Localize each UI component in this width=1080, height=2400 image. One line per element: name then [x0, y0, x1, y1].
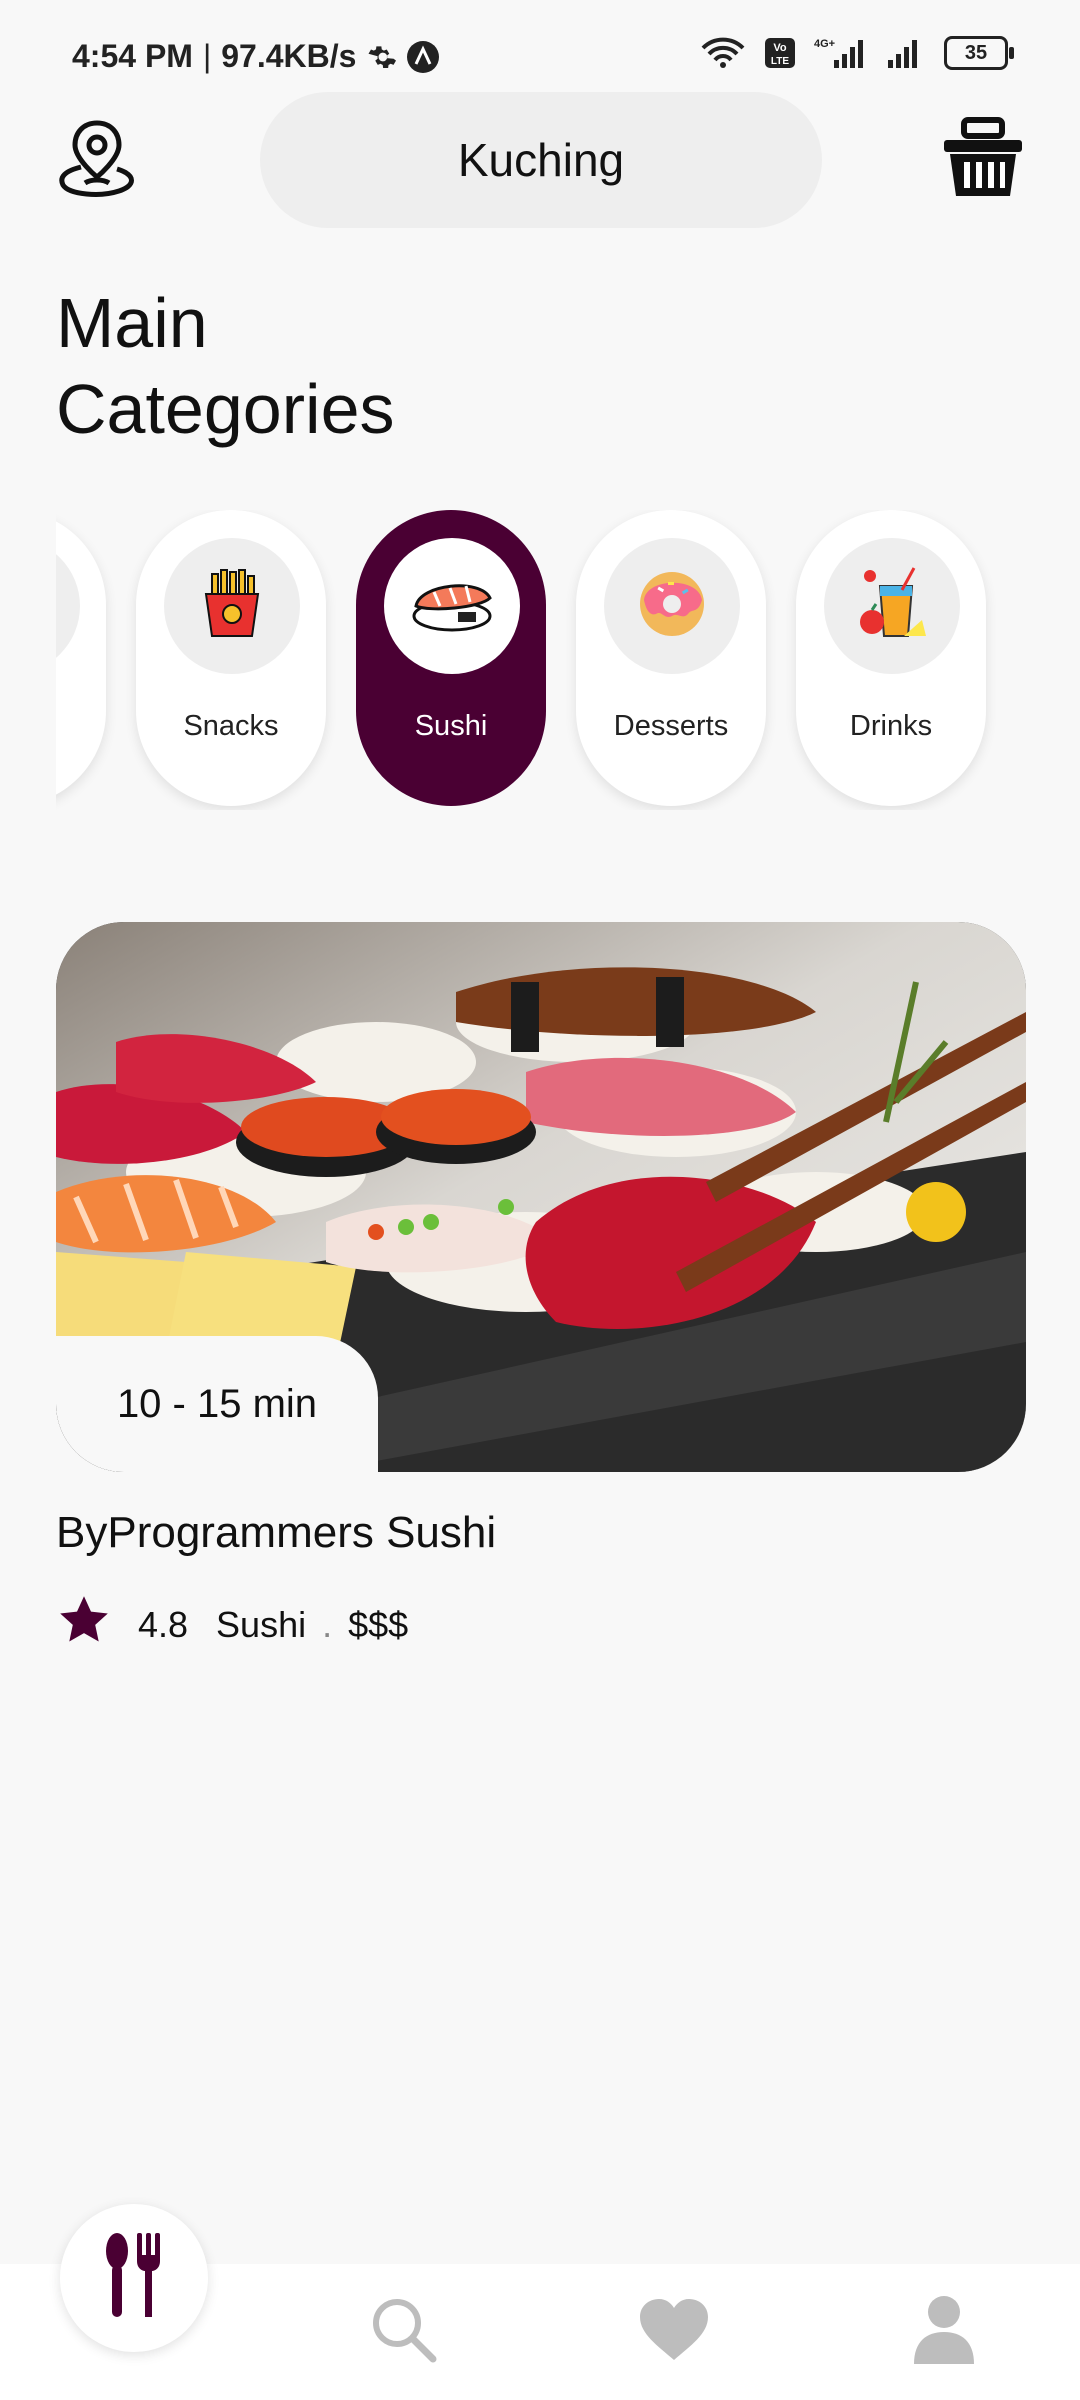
- nav-profile[interactable]: [904, 2292, 984, 2372]
- restaurant-meta: 4.8 Sushi . $$$: [56, 1592, 408, 1657]
- star-icon: [56, 1592, 112, 1657]
- location-button[interactable]: [54, 118, 140, 204]
- signal-4g-icon: 4G+: [814, 36, 868, 70]
- price-level: $$$: [348, 1603, 409, 1645]
- fries-icon: [196, 568, 268, 645]
- basket-icon: [940, 114, 1026, 205]
- city-name: Kuching: [457, 134, 625, 186]
- delivery-time-chip: 10 - 15 min: [56, 1336, 378, 1472]
- restaurant-image[interactable]: 10 - 15 min: [56, 922, 1026, 1472]
- donut-icon: [632, 564, 712, 649]
- page-title: Main Categories: [56, 284, 395, 448]
- cutlery-icon: [99, 2231, 169, 2326]
- category-list[interactable]: Snacks Sushi Desserts Drinks: [56, 510, 1026, 810]
- sushi-icon: [410, 572, 494, 641]
- svg-text:4G+: 4G+: [814, 38, 835, 50]
- category-item-drinks[interactable]: Drinks: [796, 510, 986, 806]
- wifi-icon: [700, 37, 746, 69]
- category-icon-circle: [56, 538, 80, 674]
- category-icon-circle: [164, 538, 300, 674]
- category-label: Sushi: [414, 710, 488, 742]
- status-left: 4:54 PM | 97.4KB/s: [72, 38, 440, 75]
- volte-icon: Vo LTE: [764, 37, 796, 69]
- battery-icon: 35: [944, 36, 1014, 70]
- user-icon: [912, 2294, 976, 2371]
- status-speed: 97.4KB/s: [221, 38, 357, 74]
- signal-icon: [886, 36, 926, 70]
- rating-value: 4.8: [138, 1603, 189, 1645]
- nav-home[interactable]: [60, 2204, 208, 2352]
- app-a-icon: [406, 40, 440, 74]
- category-item-snacks[interactable]: Snacks: [136, 510, 326, 806]
- status-separator: |: [202, 38, 212, 74]
- category-icon-circle: [824, 538, 960, 674]
- meta-dot: .: [322, 1603, 333, 1645]
- nav-search[interactable]: [364, 2292, 444, 2372]
- delivery-time: 10 - 15 min: [116, 1381, 318, 1426]
- svg-text:Vo: Vo: [773, 42, 787, 54]
- status-time: 4:54 PM: [72, 38, 193, 74]
- category-item-sushi[interactable]: Sushi: [356, 510, 546, 806]
- search-icon: [369, 2295, 439, 2370]
- drink-icon: [852, 564, 932, 649]
- category-label: Drinks: [849, 710, 933, 742]
- heart-icon: [638, 2298, 710, 2367]
- map-pin-icon: [55, 117, 139, 206]
- basket-button[interactable]: [938, 114, 1028, 204]
- category-icon-circle: [604, 538, 740, 674]
- category-label: Desserts: [613, 710, 729, 742]
- category-label: Snacks: [183, 710, 279, 742]
- nav-favourites[interactable]: [634, 2292, 714, 2372]
- category-item-desserts[interactable]: Desserts: [576, 510, 766, 806]
- city-selector[interactable]: Kuching: [260, 92, 822, 228]
- restaurant-category: Sushi: [216, 1603, 307, 1645]
- category-icon-circle: [384, 538, 520, 674]
- restaurant-name[interactable]: ByProgrammers Sushi: [56, 1508, 496, 1558]
- svg-text:LTE: LTE: [771, 56, 789, 67]
- status-right: Vo LTE 4G+ 35: [700, 36, 1014, 70]
- category-item-burger[interactable]: [56, 510, 106, 806]
- settings-gear-icon: [366, 42, 397, 72]
